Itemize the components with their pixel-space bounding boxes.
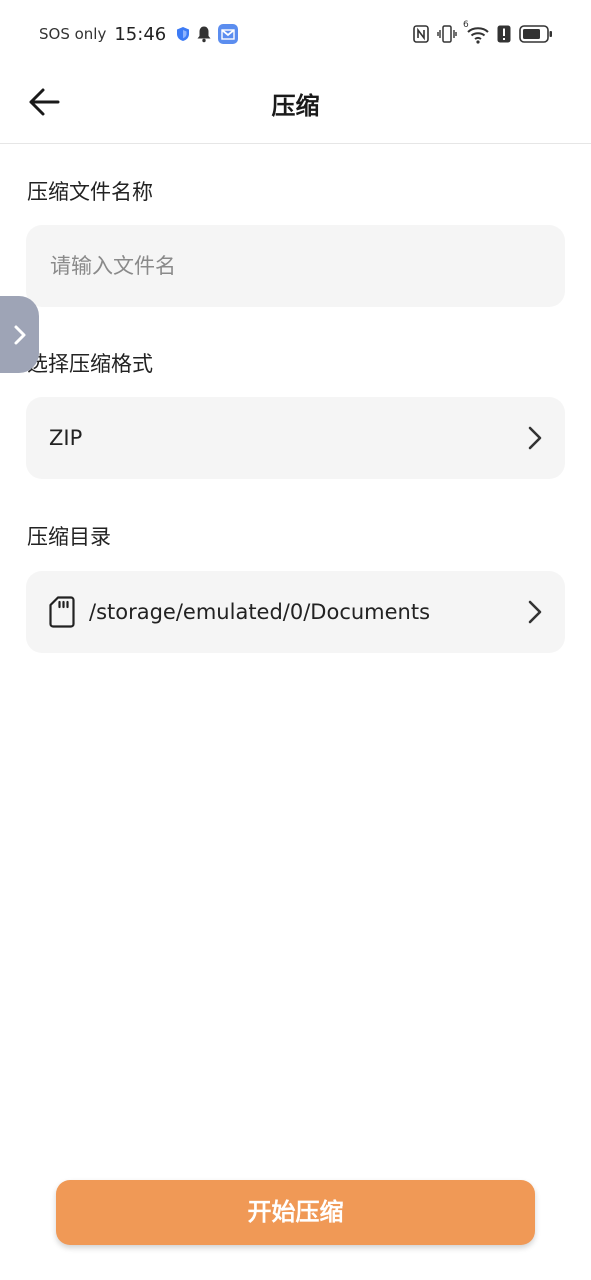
status-bar-left: SOS only 15:46	[39, 20, 239, 48]
file-name-input[interactable]	[50, 225, 530, 307]
start-compress-button[interactable]: 开始压缩	[56, 1180, 535, 1245]
directory-label: 压缩目录	[27, 525, 111, 549]
file-name-field[interactable]	[26, 225, 565, 307]
app-bar: 压缩	[0, 66, 591, 144]
wifi-icon	[467, 27, 489, 44]
alert-icon	[497, 25, 511, 43]
battery-icon	[519, 25, 552, 43]
nfc-icon	[413, 25, 429, 43]
directory-path: /storage/emulated/0/Documents	[89, 600, 431, 624]
wifi-badge: 6	[463, 20, 469, 30]
wifi-indicator: 6	[463, 20, 489, 44]
format-label: 选择压缩格式	[27, 352, 153, 376]
file-name-label: 压缩文件名称	[27, 180, 153, 204]
status-bar: SOS only 15:46 6	[0, 0, 591, 66]
format-value: ZIP	[49, 426, 83, 450]
vibrate-icon	[437, 25, 457, 43]
chevron-right-icon	[528, 426, 542, 450]
directory-select[interactable]: /storage/emulated/0/Documents	[26, 571, 565, 653]
page-title: 压缩	[271, 92, 320, 120]
format-select[interactable]: ZIP	[26, 397, 565, 479]
status-bar-right: 6	[413, 20, 553, 48]
mail-app-icon	[218, 24, 239, 44]
shield-icon	[177, 27, 190, 41]
sd-card-icon	[49, 596, 75, 628]
clock-text: 15:46	[114, 23, 167, 45]
chevron-right-icon	[528, 600, 542, 624]
chevron-right-icon	[14, 325, 25, 344]
carrier-text: SOS only	[39, 25, 107, 43]
bell-icon	[197, 26, 211, 43]
side-drawer-tab[interactable]	[0, 296, 39, 373]
